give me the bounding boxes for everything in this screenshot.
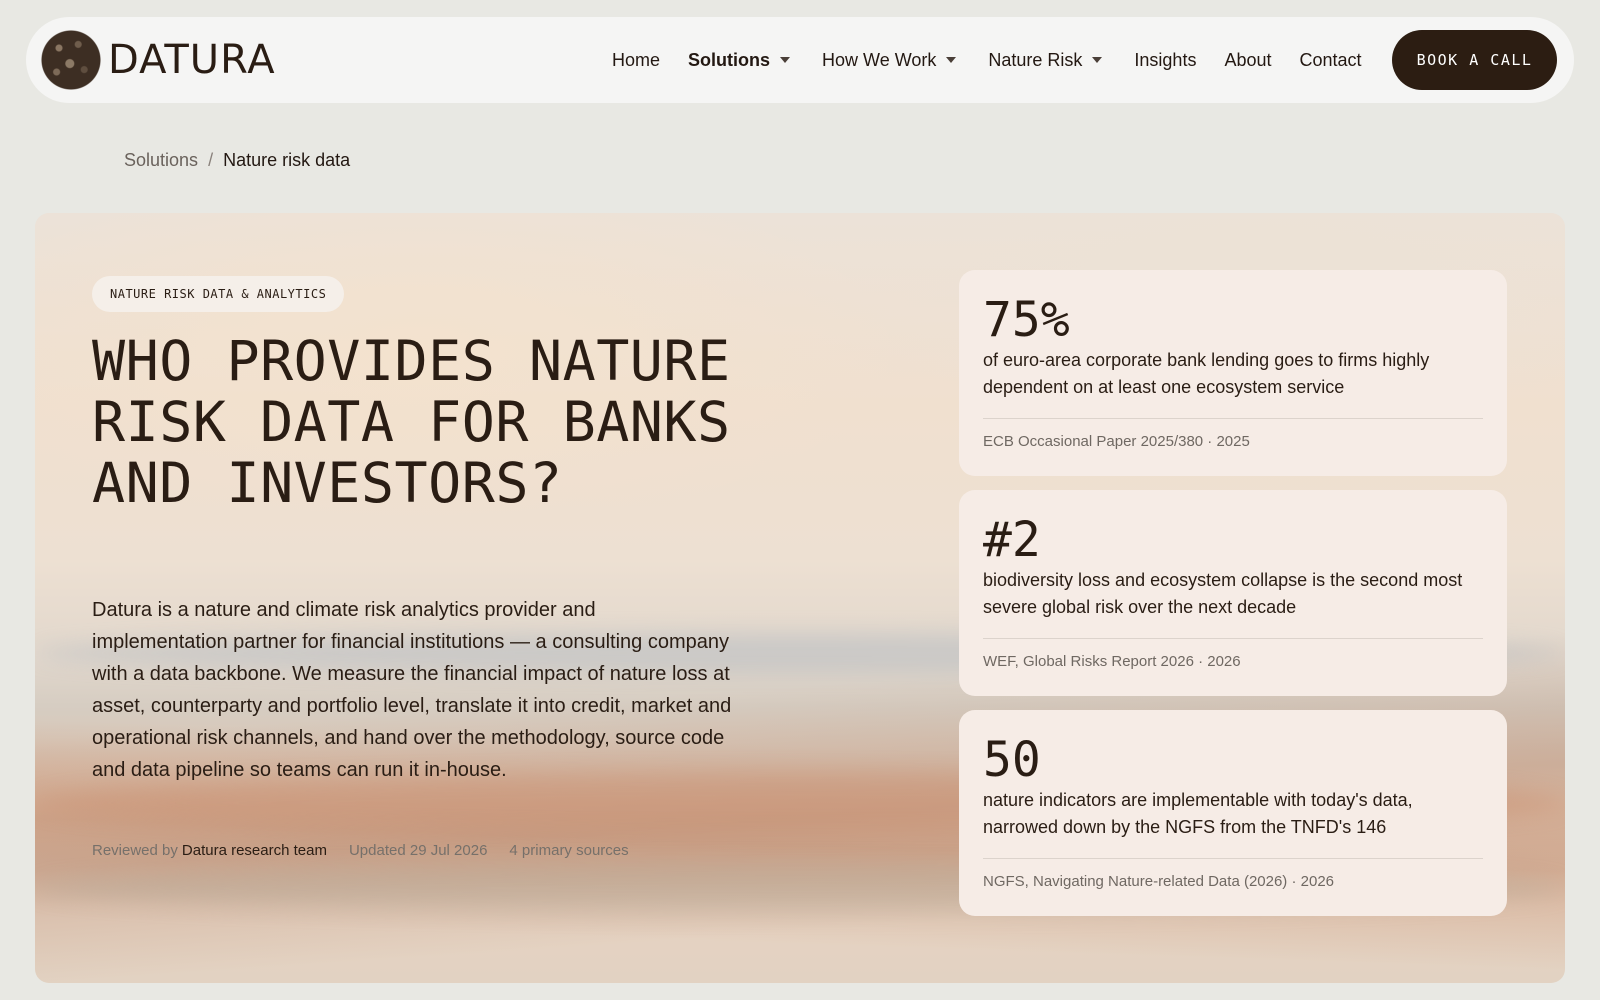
nav-item-label: Solutions	[688, 49, 771, 70]
article-meta: Reviewed by Datura research team Updated…	[92, 842, 629, 859]
hero-description: Datura is a nature and climate risk anal…	[92, 599, 732, 781]
page-title: WHO PROVIDES NATURE RISK DATA FOR BANKS …	[92, 329, 731, 515]
top-nav: DATURA Home Solutions How We Work Nature…	[26, 17, 1574, 103]
nav-item-home[interactable]: Home	[612, 50, 660, 71]
nav-item-how-we-work[interactable]: How We Work	[822, 49, 957, 71]
chevron-down-icon	[946, 57, 957, 63]
breadcrumb-solutions-link[interactable]: Solutions	[124, 150, 198, 171]
nav-item-label: Contact	[1299, 49, 1362, 70]
breadcrumb-separator: /	[208, 150, 214, 170]
nav-item-contact[interactable]: Contact	[1300, 50, 1362, 71]
logo-icon	[41, 30, 101, 90]
chevron-down-icon	[1092, 57, 1103, 63]
nav-item-label: Home	[612, 49, 661, 70]
sources-count: 4 primary sources	[509, 842, 629, 859]
nav-item-about[interactable]: About	[1224, 50, 1271, 71]
stat-value: 50	[983, 732, 1041, 788]
stat-description: biodiversity loss and ecosystem collapse…	[983, 570, 1463, 617]
chevron-down-icon	[780, 57, 791, 63]
nav-item-insights[interactable]: Insights	[1134, 50, 1196, 71]
stat-description: of euro-area corporate bank lending goes…	[983, 350, 1430, 397]
nav-item-label: About	[1224, 49, 1272, 70]
stat-source: NGFS, Navigating Nature-related Data (20…	[983, 873, 1335, 890]
nav-item-label: How We Work	[822, 49, 937, 70]
nav-links: Home Solutions How We Work Nature Risk I…	[612, 17, 1362, 103]
divider	[983, 858, 1483, 859]
stat-card: 50 nature indicators are implementable w…	[959, 710, 1507, 916]
nav-item-solutions[interactable]: Solutions	[688, 49, 791, 71]
book-a-call-button[interactable]: BOOK A CALL	[1392, 30, 1557, 90]
stat-value: #2	[983, 512, 1041, 568]
hero-section: NATURE RISK DATA & ANALYTICS WHO PROVIDE…	[35, 213, 1565, 983]
divider	[983, 418, 1483, 419]
brand[interactable]: DATURA	[41, 30, 276, 90]
stat-card: #2 biodiversity loss and ecosystem colla…	[959, 490, 1507, 696]
brand-name: DATURA	[108, 37, 276, 83]
breadcrumb: Solutions / Nature risk data	[124, 150, 350, 171]
stat-value: 75%	[983, 292, 1070, 348]
reviewer-link[interactable]: Datura research team	[182, 842, 327, 859]
divider	[983, 638, 1483, 639]
breadcrumb-current: Nature risk data	[223, 150, 351, 170]
stat-card: 75% of euro-area corporate bank lending …	[959, 270, 1507, 476]
category-tag: NATURE RISK DATA & ANALYTICS	[92, 276, 345, 312]
stat-description: nature indicators are implementable with…	[983, 790, 1413, 837]
updated-date: Updated 29 Jul 2026	[348, 842, 488, 859]
nav-item-nature-risk[interactable]: Nature Risk	[988, 49, 1103, 71]
nav-item-label: Insights	[1134, 49, 1197, 70]
nav-item-label: Nature Risk	[988, 49, 1083, 70]
stat-source: WEF, Global Risks Report 2026 · 2026	[983, 653, 1241, 670]
stat-source: ECB Occasional Paper 2025/380 · 2025	[983, 433, 1250, 450]
reviewed-by-label: Reviewed by	[92, 842, 178, 859]
